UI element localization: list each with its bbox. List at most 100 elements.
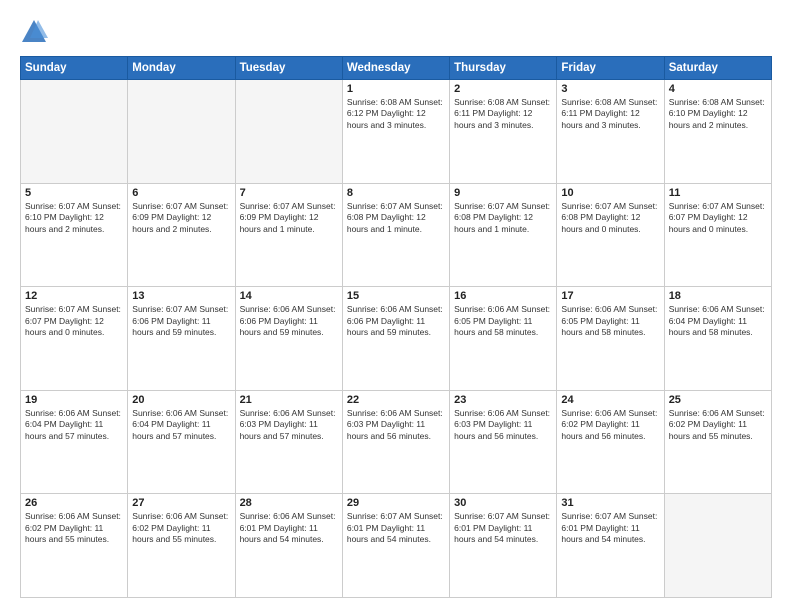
calendar: SundayMondayTuesdayWednesdayThursdayFrid…: [20, 56, 772, 598]
day-info: Sunrise: 6:06 AM Sunset: 6:04 PM Dayligh…: [132, 408, 230, 442]
day-info: Sunrise: 6:06 AM Sunset: 6:01 PM Dayligh…: [240, 511, 338, 545]
day-number: 13: [132, 290, 230, 302]
day-number: 30: [454, 497, 552, 509]
weekday-thursday: Thursday: [450, 57, 557, 80]
week-row-3: 12 Sunrise: 6:07 AM Sunset: 6:07 PM Dayli…: [21, 287, 772, 391]
day-info: Sunrise: 6:08 AM Sunset: 6:12 PM Dayligh…: [347, 97, 445, 131]
day-number: 31: [561, 497, 659, 509]
day-number: 1: [347, 83, 445, 95]
day-cell: 22Sunrise: 6:06 AM Sunset: 6:03 PM Dayli…: [342, 390, 449, 494]
day-cell: 21 Sunrise: 6:06 AM Sunset: 6:03 PM Dayli…: [235, 390, 342, 494]
day-info: Sunrise: 6:07 AM Sunset: 6:01 PM Dayligh…: [561, 511, 659, 545]
day-number: 28: [240, 497, 338, 509]
day-cell: 27 Sunrise: 6:06 AM Sunset: 6:02 PM Dayli…: [128, 494, 235, 598]
logo-icon: [20, 18, 48, 46]
weekday-header-row: SundayMondayTuesdayWednesdayThursdayFrid…: [21, 57, 772, 80]
day-number: 8: [347, 187, 445, 199]
day-number: 6: [132, 187, 230, 199]
day-number: 12: [25, 290, 123, 302]
day-number: 26: [25, 497, 123, 509]
week-row-2: 5 Sunrise: 6:07 AM Sunset: 6:10 PM Daylig…: [21, 183, 772, 287]
day-cell: 3Sunrise: 6:08 AM Sunset: 6:11 PM Daylig…: [557, 80, 664, 184]
day-info: Sunrise: 6:07 AM Sunset: 6:01 PM Dayligh…: [454, 511, 552, 545]
week-row-5: 26 Sunrise: 6:06 AM Sunset: 6:02 PM Dayli…: [21, 494, 772, 598]
day-info: Sunrise: 6:06 AM Sunset: 6:05 PM Dayligh…: [561, 304, 659, 338]
day-info: Sunrise: 6:08 AM Sunset: 6:10 PM Dayligh…: [669, 97, 767, 131]
day-info: Sunrise: 6:07 AM Sunset: 6:07 PM Dayligh…: [25, 304, 123, 338]
day-number: 2: [454, 83, 552, 95]
day-info: Sunrise: 6:06 AM Sunset: 6:02 PM Dayligh…: [561, 408, 659, 442]
day-info: Sunrise: 6:07 AM Sunset: 6:01 PM Dayligh…: [347, 511, 445, 545]
day-info: Sunrise: 6:07 AM Sunset: 6:08 PM Dayligh…: [454, 201, 552, 235]
day-cell: 6 Sunrise: 6:07 AM Sunset: 6:09 PM Daylig…: [128, 183, 235, 287]
day-cell: 17 Sunrise: 6:06 AM Sunset: 6:05 PM Dayli…: [557, 287, 664, 391]
day-number: 3: [561, 83, 659, 95]
weekday-saturday: Saturday: [664, 57, 771, 80]
weekday-monday: Monday: [128, 57, 235, 80]
day-number: 9: [454, 187, 552, 199]
day-number: 27: [132, 497, 230, 509]
header: [20, 18, 772, 46]
day-number: 14: [240, 290, 338, 302]
day-number: 4: [669, 83, 767, 95]
day-cell: 30 Sunrise: 6:07 AM Sunset: 6:01 PM Dayli…: [450, 494, 557, 598]
day-cell: 5 Sunrise: 6:07 AM Sunset: 6:10 PM Daylig…: [21, 183, 128, 287]
weekday-wednesday: Wednesday: [342, 57, 449, 80]
day-info: Sunrise: 6:07 AM Sunset: 6:09 PM Dayligh…: [240, 201, 338, 235]
day-cell: 24 Sunrise: 6:06 AM Sunset: 6:02 PM Dayli…: [557, 390, 664, 494]
day-info: Sunrise: 6:06 AM Sunset: 6:03 PM Dayligh…: [454, 408, 552, 442]
weekday-tuesday: Tuesday: [235, 57, 342, 80]
day-number: 7: [240, 187, 338, 199]
day-cell: 23Sunrise: 6:06 AM Sunset: 6:03 PM Dayli…: [450, 390, 557, 494]
day-number: 10: [561, 187, 659, 199]
page: SundayMondayTuesdayWednesdayThursdayFrid…: [0, 0, 792, 612]
day-info: Sunrise: 6:06 AM Sunset: 6:04 PM Dayligh…: [669, 304, 767, 338]
day-info: Sunrise: 6:06 AM Sunset: 6:06 PM Dayligh…: [240, 304, 338, 338]
day-cell: 19Sunrise: 6:06 AM Sunset: 6:04 PM Dayli…: [21, 390, 128, 494]
day-cell: 7 Sunrise: 6:07 AM Sunset: 6:09 PM Daylig…: [235, 183, 342, 287]
day-info: Sunrise: 6:07 AM Sunset: 6:10 PM Dayligh…: [25, 201, 123, 235]
day-cell: 31 Sunrise: 6:07 AM Sunset: 6:01 PM Dayli…: [557, 494, 664, 598]
day-info: Sunrise: 6:07 AM Sunset: 6:08 PM Dayligh…: [561, 201, 659, 235]
day-cell: 26 Sunrise: 6:06 AM Sunset: 6:02 PM Dayli…: [21, 494, 128, 598]
day-number: 20: [132, 394, 230, 406]
day-info: Sunrise: 6:06 AM Sunset: 6:02 PM Dayligh…: [132, 511, 230, 545]
day-info: Sunrise: 6:07 AM Sunset: 6:08 PM Dayligh…: [347, 201, 445, 235]
day-cell: [128, 80, 235, 184]
logo: [20, 18, 52, 46]
day-number: 18: [669, 290, 767, 302]
day-cell: [21, 80, 128, 184]
day-cell: 1 Sunrise: 6:08 AM Sunset: 6:12 PM Daylig…: [342, 80, 449, 184]
day-number: 19: [25, 394, 123, 406]
day-cell: 18 Sunrise: 6:06 AM Sunset: 6:04 PM Dayli…: [664, 287, 771, 391]
day-number: 17: [561, 290, 659, 302]
day-cell: 12 Sunrise: 6:07 AM Sunset: 6:07 PM Dayli…: [21, 287, 128, 391]
week-row-4: 19 Sunrise: 6:06 AM Sunset: 6:04 PM Dayli…: [21, 390, 772, 494]
day-info: Sunrise: 6:06 AM Sunset: 6:03 PM Dayligh…: [240, 408, 338, 442]
day-cell: 13Sunrise: 6:07 AM Sunset: 6:06 PM Dayli…: [128, 287, 235, 391]
day-cell: 11Sunrise: 6:07 AM Sunset: 6:07 PM Dayli…: [664, 183, 771, 287]
day-number: 11: [669, 187, 767, 199]
day-cell: 29 Sunrise: 6:07 AM Sunset: 6:01 PM Dayli…: [342, 494, 449, 598]
day-info: Sunrise: 6:06 AM Sunset: 6:06 PM Dayligh…: [347, 304, 445, 338]
day-number: 16: [454, 290, 552, 302]
weekday-friday: Friday: [557, 57, 664, 80]
day-number: 21: [240, 394, 338, 406]
day-number: 29: [347, 497, 445, 509]
day-info: Sunrise: 6:07 AM Sunset: 6:09 PM Dayligh…: [132, 201, 230, 235]
day-number: 5: [25, 187, 123, 199]
day-cell: 10 Sunrise: 6:07 AM Sunset: 6:08 PM Dayli…: [557, 183, 664, 287]
day-info: Sunrise: 6:06 AM Sunset: 6:05 PM Dayligh…: [454, 304, 552, 338]
day-number: 24: [561, 394, 659, 406]
day-info: Sunrise: 6:06 AM Sunset: 6:02 PM Dayligh…: [25, 511, 123, 545]
day-cell: [235, 80, 342, 184]
day-info: Sunrise: 6:06 AM Sunset: 6:03 PM Dayligh…: [347, 408, 445, 442]
day-number: 25: [669, 394, 767, 406]
day-info: Sunrise: 6:08 AM Sunset: 6:11 PM Dayligh…: [454, 97, 552, 131]
day-cell: 9 Sunrise: 6:07 AM Sunset: 6:08 PM Daylig…: [450, 183, 557, 287]
day-cell: 20 Sunrise: 6:06 AM Sunset: 6:04 PM Dayli…: [128, 390, 235, 494]
week-row-1: 1 Sunrise: 6:08 AM Sunset: 6:12 PM Daylig…: [21, 80, 772, 184]
day-cell: 25Sunrise: 6:06 AM Sunset: 6:02 PM Dayli…: [664, 390, 771, 494]
day-number: 15: [347, 290, 445, 302]
day-cell: 16 Sunrise: 6:06 AM Sunset: 6:05 PM Dayli…: [450, 287, 557, 391]
